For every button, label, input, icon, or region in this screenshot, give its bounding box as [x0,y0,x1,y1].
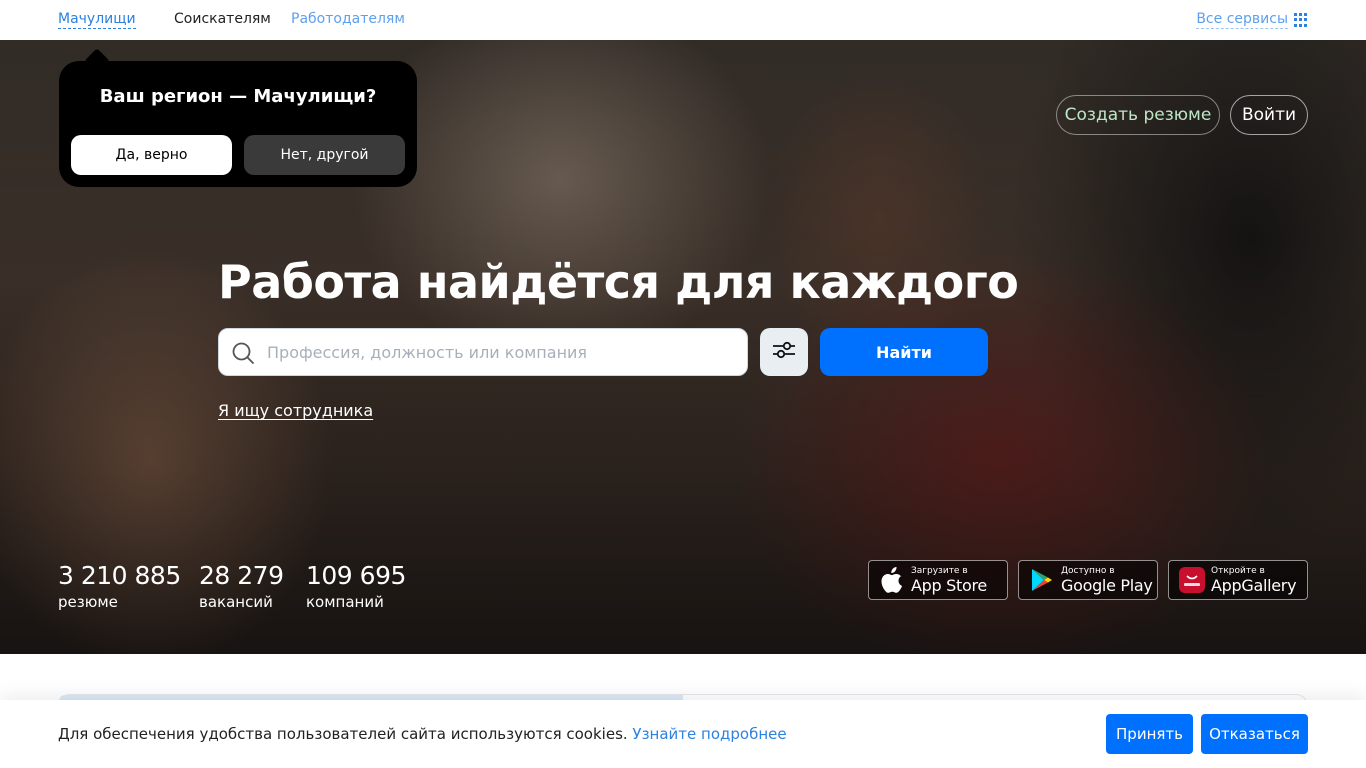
cookie-more-link[interactable]: Узнайте подробнее [632,725,786,743]
store-caption: Откройте в [1211,565,1265,576]
find-button[interactable]: Найти [820,328,988,376]
grid-icon [1294,13,1308,27]
stat-label: резюме [58,593,118,611]
sliders-icon [772,338,796,366]
stat-companies: 109 695 компаний [306,562,406,612]
cookie-decline-button[interactable]: Отказаться [1201,714,1308,754]
all-services-label: Все сервисы [1196,11,1288,29]
stat-value: 109 695 [306,561,406,590]
store-name: Google Play [1061,575,1153,595]
login-button[interactable]: Войти [1230,95,1308,135]
stat-vacancies: 28 279 вакансий [199,561,284,612]
appgallery-badge[interactable]: Откройте в AppGallery [1168,560,1308,600]
region-confirm-popup: Ваш регион — Мачулищи? Да, верно Нет, др… [59,48,417,187]
all-services-button[interactable]: Все сервисы [1196,11,1308,29]
stat-resumes: 3 210 885 резюме [58,562,181,612]
stat-label: компаний [306,593,384,611]
apple-icon [879,567,905,593]
stat-value: 28 279 [199,561,284,590]
store-name: AppGallery [1211,575,1297,595]
create-resume-button[interactable]: Создать резюме [1056,95,1220,135]
region-yes-button[interactable]: Да, верно [71,135,232,175]
search-input[interactable] [267,329,737,375]
stat-label: вакансий [199,593,273,611]
region-question: Ваш регион — Мачулищи? [99,86,377,107]
app-store-badge[interactable]: Загрузите в App Store [868,560,1008,600]
store-caption: Загрузите в [911,565,968,576]
employer-link[interactable]: Я ищу сотрудника [218,400,373,422]
top-navigation: Мачулищи Соискателям Работодателям Все с… [0,0,1366,40]
region-link[interactable]: Мачулищи [58,11,136,29]
store-caption: Доступно в [1061,565,1115,576]
cookie-banner: Для обеспечения удобства пользователей с… [0,700,1366,768]
cookie-message: Для обеспечения удобства пользователей с… [58,725,633,743]
nav-employers[interactable]: Работодателям [291,11,405,28]
huawei-icon [1179,567,1205,593]
store-name: App Store [911,575,987,595]
hero-title: Работа найдётся для каждого [218,255,1019,309]
search-filters-button[interactable] [760,328,808,376]
cookie-text: Для обеспечения удобства пользователей с… [58,724,787,744]
google-play-icon [1029,567,1055,593]
search-icon [231,341,255,365]
google-play-badge[interactable]: Доступно в Google Play [1018,560,1158,600]
search-box [218,328,748,376]
region-no-button[interactable]: Нет, другой [244,135,405,175]
nav-seekers[interactable]: Соискателям [174,11,271,28]
cookie-accept-button[interactable]: Принять [1106,714,1193,754]
stat-value: 3 210 885 [58,561,181,590]
